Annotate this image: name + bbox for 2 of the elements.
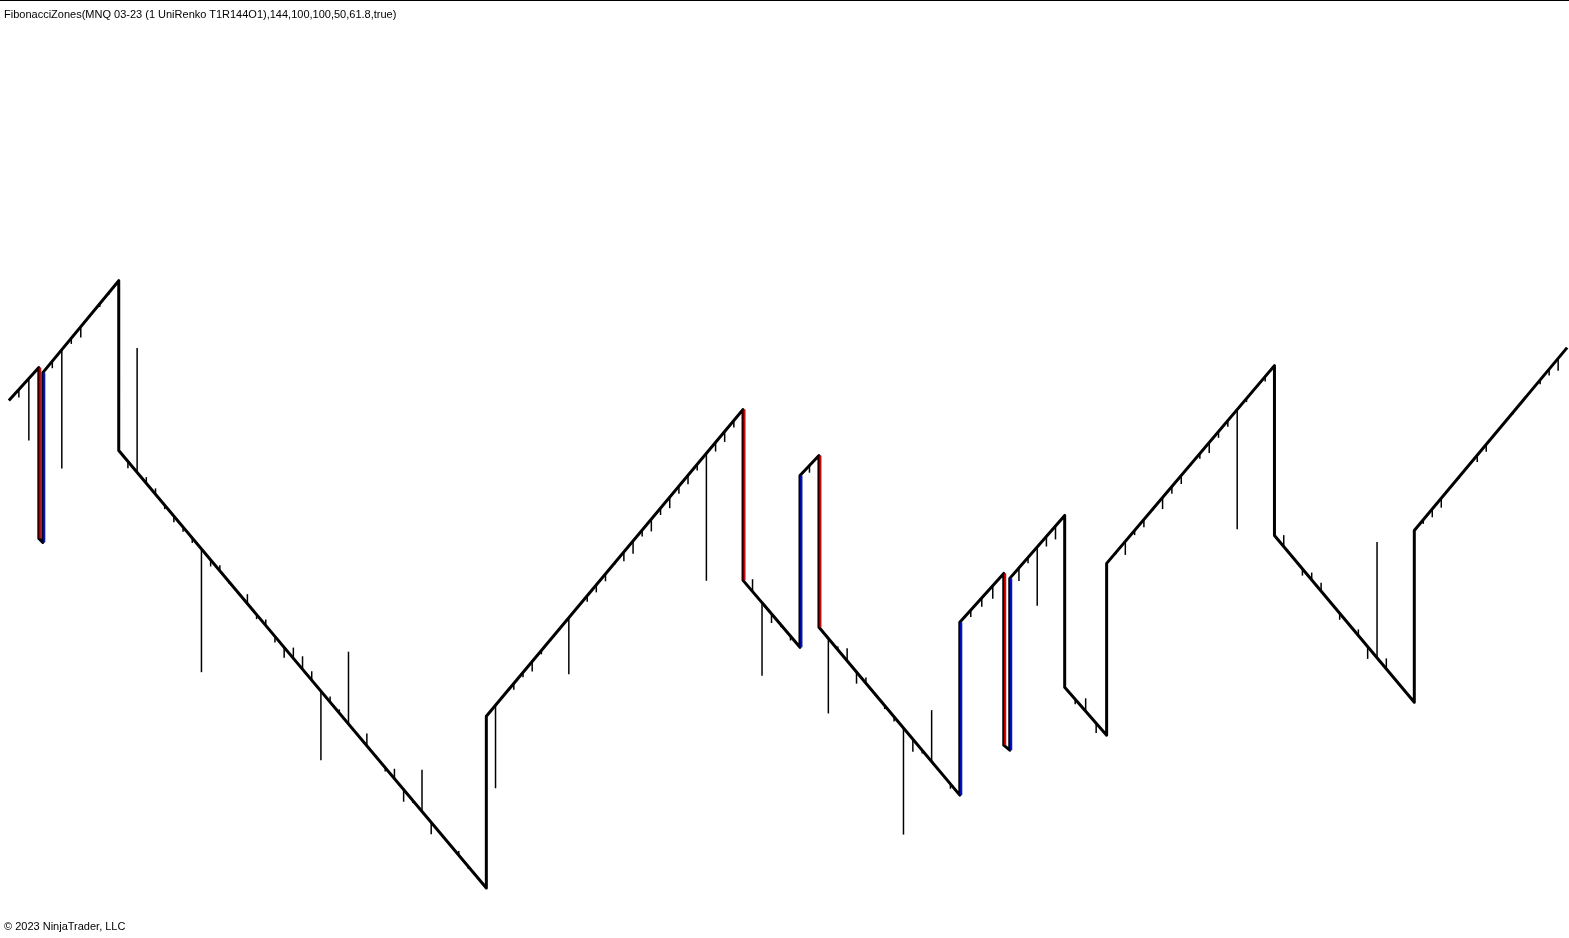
chart-title: FibonacciZones(MNQ 03-23 (1 UniRenko T1R144O1),144,100,100,50,61.8,true) (4, 7, 397, 21)
copyright-text: © 2023 NinjaTrader, LLC (4, 919, 126, 934)
